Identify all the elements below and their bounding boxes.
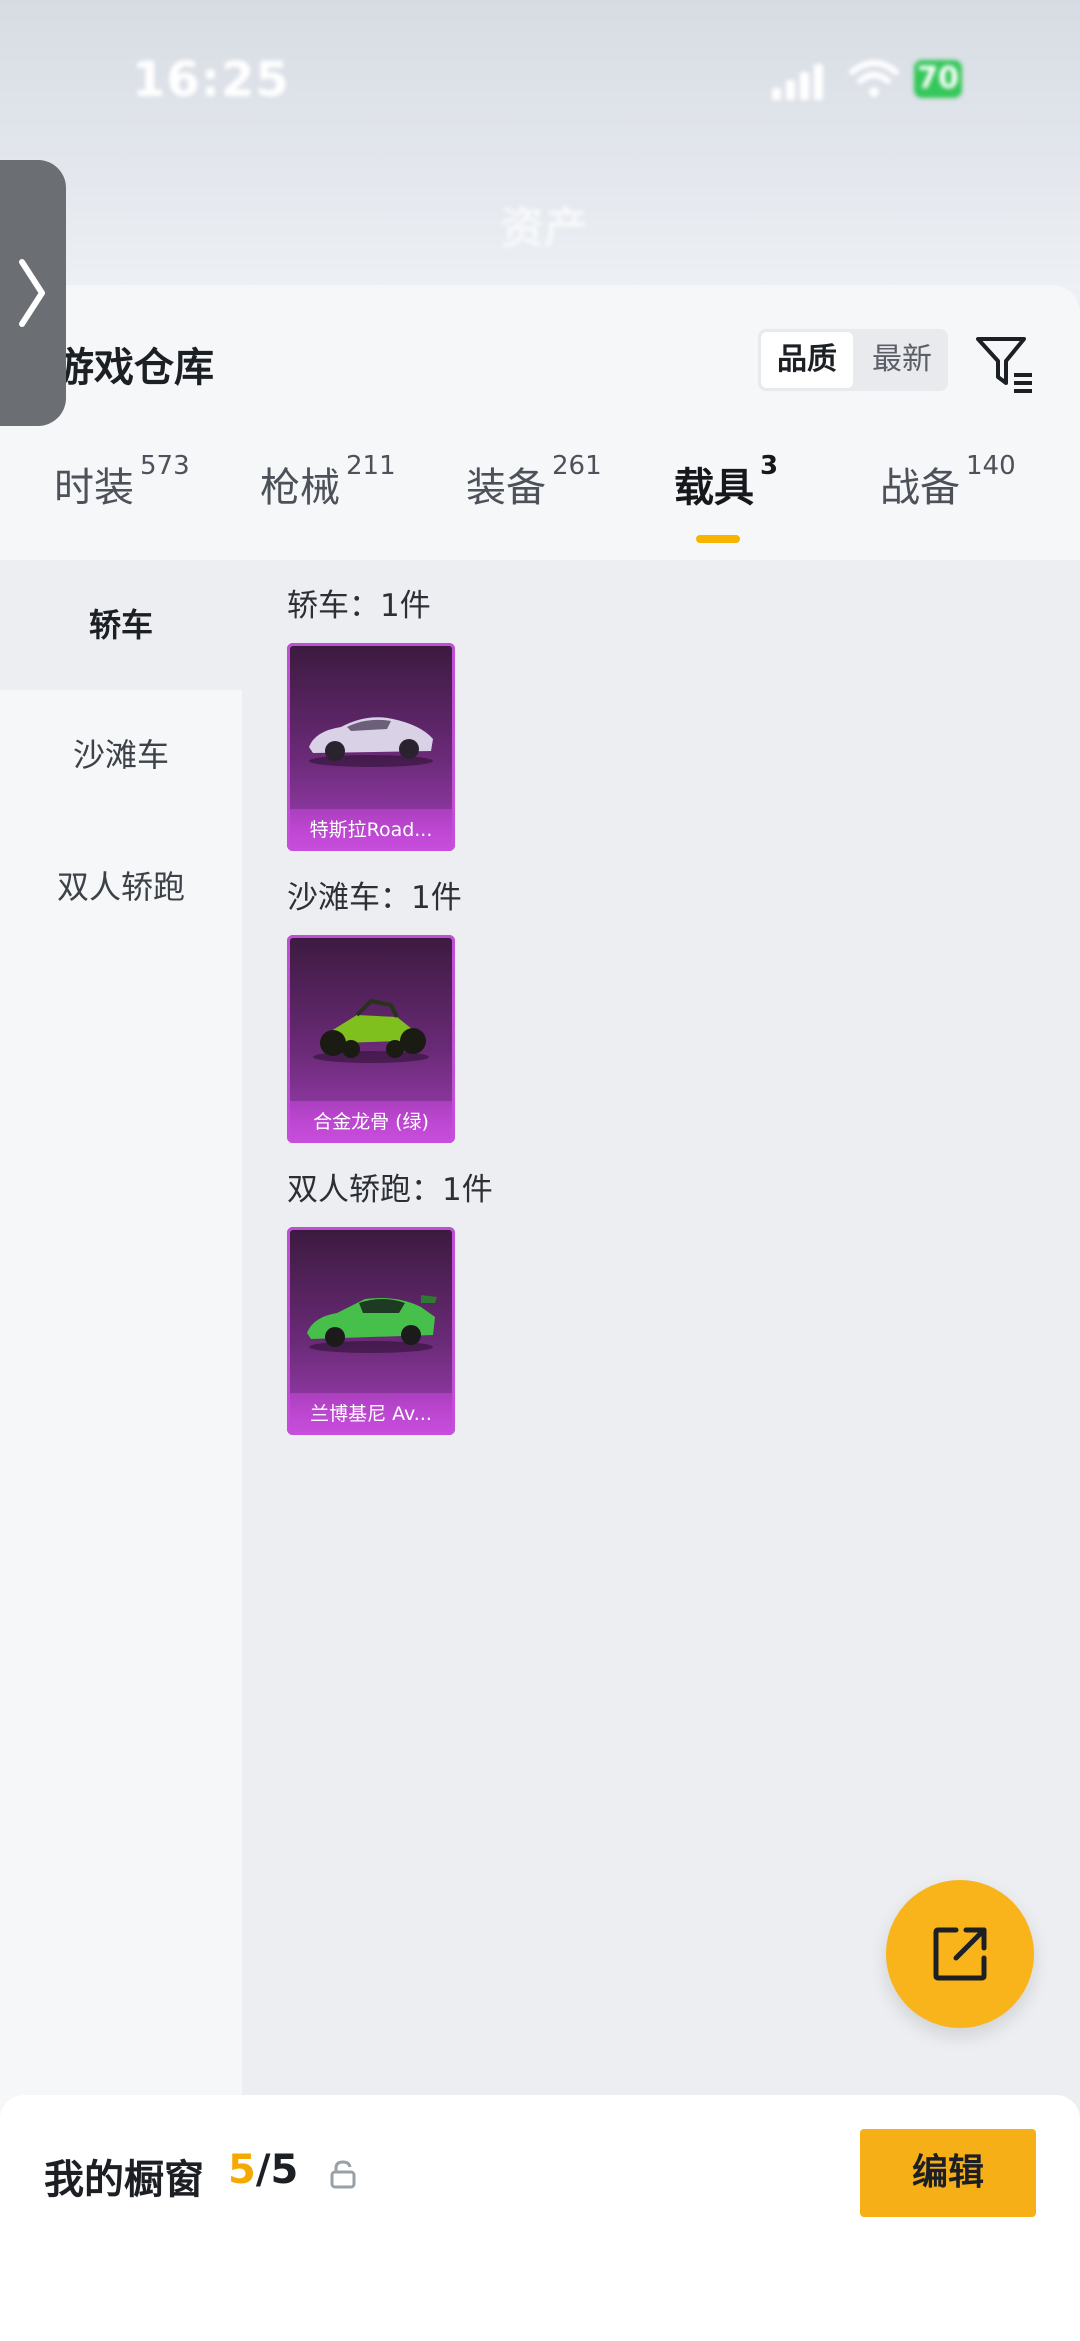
- status-time: 16:25: [132, 52, 290, 108]
- tab-guns[interactable]: 枪械 211: [260, 451, 396, 555]
- side-drawer-handle[interactable]: [0, 160, 66, 426]
- section-title-coupe: 双人轿跑：1件: [287, 1172, 493, 1208]
- item-name: 特斯拉Road...: [287, 809, 455, 851]
- tab-count: 211: [346, 451, 396, 481]
- tab-count: 573: [140, 451, 190, 481]
- tab-count: 3: [760, 451, 779, 481]
- sidebar-item-coupe[interactable]: 双人轿跑: [0, 822, 242, 952]
- showcase-count: 5/5: [228, 2147, 298, 2193]
- tab-fashion[interactable]: 时装 573: [54, 451, 190, 555]
- showcase-bar: 我的橱窗 5/5 编辑: [0, 2095, 1080, 2341]
- supercar-icon: [307, 1295, 437, 1353]
- tab-count: 261: [552, 451, 602, 481]
- tab-equipment[interactable]: 装备 261: [466, 451, 602, 555]
- subcategory-sidebar: 轿车 沙滩车 双人轿跑: [0, 560, 242, 2341]
- lock-icon: [330, 2160, 356, 2189]
- showcase-current: 5: [228, 2147, 256, 2193]
- warehouse-sheet: 游戏仓库 品质 最新 时装 573 枪械 211 装备 261 载具 3 战备 140 轿…: [0, 285, 1080, 2341]
- section-title-beach-buggy: 沙滩车：1件: [287, 880, 462, 916]
- item-card-lamborghini[interactable]: 兰博基尼 Av...: [287, 1227, 455, 1435]
- page-title: 游戏仓库: [54, 345, 214, 391]
- tab-label: 装备: [466, 465, 546, 511]
- sort-quality-button[interactable]: 品质: [761, 332, 853, 388]
- sidebar-item-beach-buggy[interactable]: 沙滩车: [0, 690, 242, 820]
- wifi-icon: [849, 60, 899, 97]
- chevron-right-icon: [19, 259, 45, 327]
- sort-toggle: 品质 最新: [758, 329, 948, 391]
- tab-label: 战备: [880, 465, 960, 511]
- sports-car-icon: [309, 717, 433, 767]
- tab-battle-prep[interactable]: 战备 140: [880, 451, 1016, 555]
- background-asset-title: 资产: [500, 203, 588, 254]
- sheet-header: 游戏仓库 品质 最新 时装 573 枪械 211 装备 261 载具 3 战备 140: [0, 285, 1080, 560]
- showcase-total: /5: [255, 2147, 299, 2193]
- share-button[interactable]: [886, 1880, 1034, 2028]
- sort-latest-button[interactable]: 最新: [856, 329, 948, 391]
- tab-label: 枪械: [260, 465, 340, 511]
- category-tabs: 时装 573 枪械 211 装备 261 载具 3 战备 140: [0, 451, 1080, 555]
- buggy-icon: [313, 998, 429, 1063]
- item-name: 兰博基尼 Av...: [287, 1393, 455, 1435]
- showcase-label: 我的橱窗: [44, 2157, 204, 2203]
- active-tab-indicator: [696, 535, 740, 543]
- section-title-sedan: 轿车：1件: [287, 588, 431, 624]
- share-icon: [933, 1927, 987, 1981]
- sidebar-item-sedan[interactable]: 轿车: [0, 560, 242, 690]
- tab-count: 140: [966, 451, 1016, 481]
- status-bar: 16:25 70: [0, 0, 1080, 140]
- filter-icon[interactable]: [972, 331, 1036, 395]
- tab-label: 时装: [54, 465, 134, 511]
- signal-icon: [772, 60, 824, 100]
- item-card-tesla[interactable]: 特斯拉Road...: [287, 643, 455, 851]
- edit-button[interactable]: 编辑: [860, 2129, 1036, 2217]
- item-card-alloy-keel[interactable]: 合金龙骨 (绿): [287, 935, 455, 1143]
- item-name: 合金龙骨 (绿): [287, 1101, 455, 1143]
- tab-label: 载具: [674, 465, 754, 511]
- battery-indicator: 70: [914, 60, 962, 98]
